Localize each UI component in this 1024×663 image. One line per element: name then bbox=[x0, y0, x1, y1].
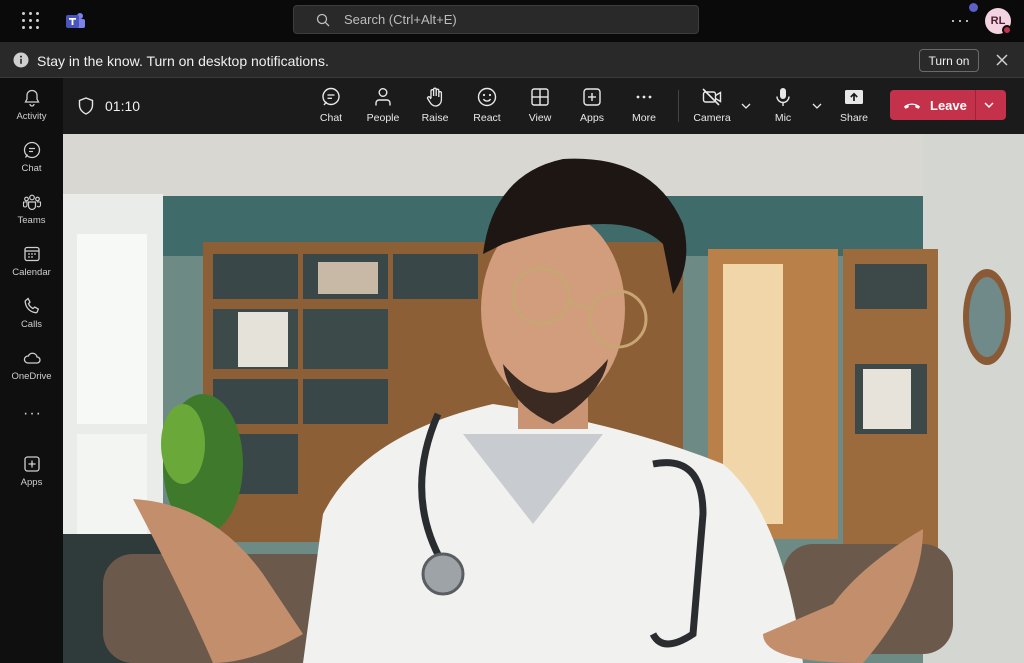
teams-icon bbox=[22, 194, 41, 211]
meeting-timer: 01:10 bbox=[105, 98, 141, 114]
chevron-down-icon[interactable] bbox=[811, 100, 823, 112]
view-button-label: View bbox=[528, 112, 552, 124]
search-input[interactable]: Search (Ctrl+Alt+E) bbox=[293, 5, 699, 34]
sidebar-item-onedrive[interactable]: OneDrive bbox=[0, 344, 63, 392]
teams-logo-icon bbox=[66, 13, 85, 28]
sidebar-item-chat[interactable]: Chat bbox=[0, 136, 63, 184]
chat-icon bbox=[322, 87, 340, 106]
status-badge bbox=[1002, 25, 1012, 35]
people-button-label: People bbox=[366, 112, 400, 124]
search-icon bbox=[316, 13, 330, 26]
more-button-label: More bbox=[632, 112, 656, 124]
chat-button-label: Chat bbox=[319, 112, 343, 124]
sidebar-item-label: OneDrive bbox=[11, 371, 52, 382]
close-icon[interactable] bbox=[994, 52, 1010, 68]
share-button-label: Share bbox=[839, 112, 869, 124]
shield-icon[interactable] bbox=[78, 97, 94, 115]
bell-icon bbox=[23, 89, 40, 107]
notification-banner: Stay in the know. Turn on desktop notifi… bbox=[0, 42, 1024, 78]
info-icon bbox=[13, 52, 29, 68]
sidebar-item-calls[interactable]: Calls bbox=[0, 292, 63, 340]
hand-icon bbox=[426, 87, 443, 107]
sidebar-item-label: Calendar bbox=[12, 267, 51, 278]
react-button[interactable]: React bbox=[463, 86, 511, 128]
chevron-down-icon[interactable] bbox=[983, 99, 995, 111]
camera-button-label: Camera bbox=[693, 112, 731, 124]
sidebar-item-label: Teams bbox=[17, 215, 46, 226]
search-placeholder: Search (Ctrl+Alt+E) bbox=[344, 12, 457, 27]
share-screen-icon bbox=[845, 90, 863, 104]
share-button[interactable]: Share bbox=[830, 86, 878, 128]
calendar-icon bbox=[23, 246, 40, 262]
ellipsis-icon bbox=[636, 95, 652, 99]
raise-button-label: Raise bbox=[421, 112, 449, 124]
phone-icon bbox=[24, 297, 39, 314]
notification-dot bbox=[969, 3, 978, 12]
cloud-icon bbox=[23, 352, 41, 364]
sidebar-item-apps[interactable]: Apps bbox=[0, 450, 63, 498]
sidebar-item-calendar[interactable]: Calendar bbox=[0, 240, 63, 288]
smiley-icon bbox=[477, 87, 497, 107]
camera-off-icon bbox=[702, 88, 722, 106]
mic-button[interactable]: Mic bbox=[759, 86, 807, 128]
apps-button[interactable]: Apps bbox=[568, 86, 616, 128]
left-rail: Activity Chat Teams Calendar Calls OneDr… bbox=[0, 78, 63, 663]
hang-up-icon bbox=[904, 103, 920, 109]
camera-button[interactable]: Camera bbox=[688, 86, 736, 128]
sidebar-item-label: Activity bbox=[16, 111, 47, 122]
turn-on-button[interactable]: Turn on bbox=[919, 49, 979, 72]
apps-button-label: Apps bbox=[580, 112, 604, 124]
leave-button[interactable]: Leave bbox=[890, 90, 1006, 120]
people-button[interactable]: People bbox=[359, 86, 407, 128]
sidebar-item-activity[interactable]: Activity bbox=[0, 84, 63, 132]
app-launcher-icon[interactable] bbox=[22, 12, 40, 30]
view-button[interactable]: View bbox=[516, 86, 564, 128]
sidebar-item-label: Apps bbox=[20, 477, 43, 488]
person-icon bbox=[375, 88, 391, 106]
meeting-toolbar: 01:10 Chat People Raise React View Apps … bbox=[63, 78, 1024, 134]
grid-view-icon bbox=[531, 88, 549, 106]
chevron-down-icon[interactable] bbox=[740, 100, 752, 112]
chat-icon bbox=[23, 141, 40, 159]
react-button-label: React bbox=[473, 112, 501, 124]
raise-hand-button[interactable]: Raise bbox=[411, 86, 459, 128]
title-bar: Search (Ctrl+Alt+E) ··· RL bbox=[0, 0, 1024, 42]
more-apps-icon[interactable]: ··· bbox=[23, 405, 42, 423]
participant-video bbox=[63, 134, 1024, 663]
microphone-icon bbox=[776, 88, 790, 106]
mic-button-label: Mic bbox=[774, 112, 792, 124]
leave-button-label: Leave bbox=[930, 97, 967, 113]
toolbar-divider bbox=[678, 90, 679, 122]
video-frame bbox=[63, 134, 1024, 663]
sidebar-item-label: Calls bbox=[20, 319, 43, 330]
notification-message: Stay in the know. Turn on desktop notifi… bbox=[37, 53, 329, 69]
plus-square-icon bbox=[583, 88, 601, 106]
leave-divider bbox=[975, 90, 976, 120]
sidebar-item-teams[interactable]: Teams bbox=[0, 188, 63, 236]
sidebar-item-label: Chat bbox=[21, 163, 42, 174]
chat-button[interactable]: Chat bbox=[307, 86, 355, 128]
more-button[interactable]: More bbox=[620, 86, 668, 128]
more-options-icon[interactable]: ··· bbox=[950, 10, 971, 31]
plus-square-icon bbox=[23, 456, 40, 472]
